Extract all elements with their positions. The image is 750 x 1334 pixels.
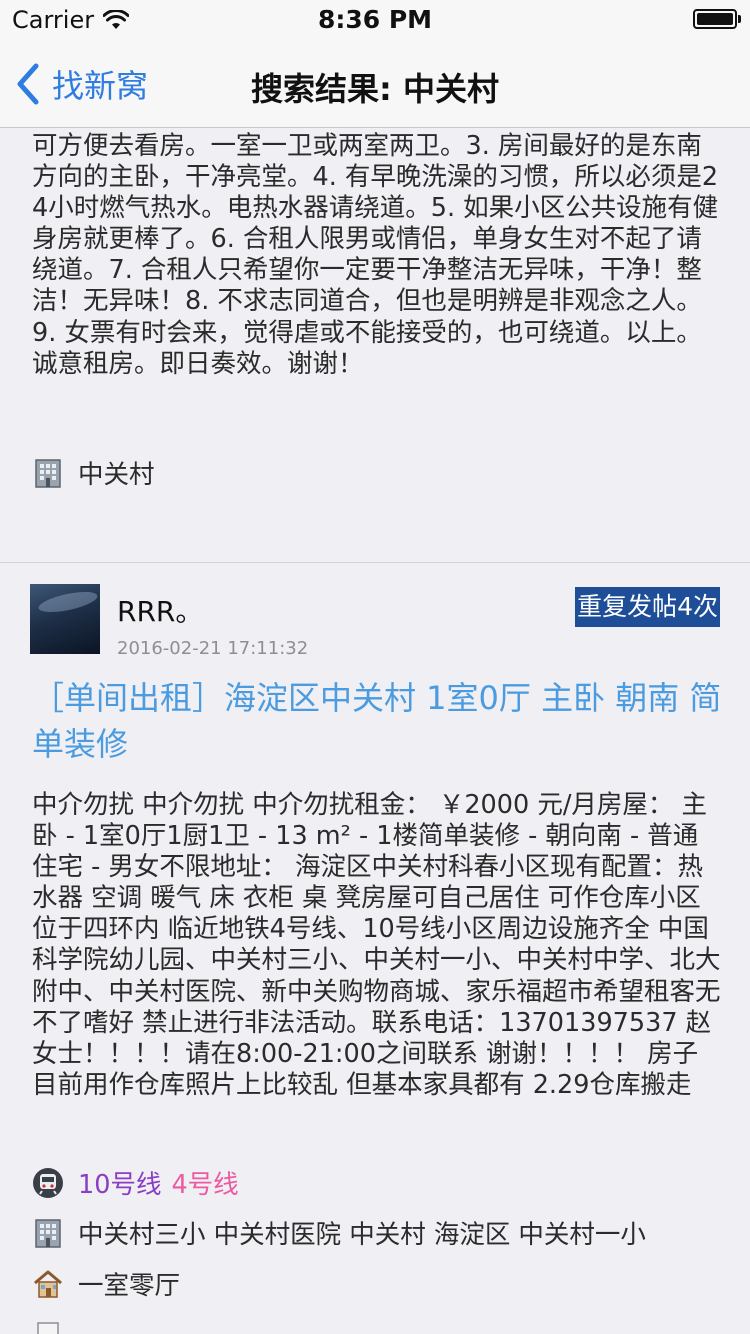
status-time: 8:36 PM bbox=[317, 5, 433, 34]
nearby-places: 中关村三小 中关村医院 中关村 海淀区 中关村一小 bbox=[78, 1220, 646, 1250]
battery-icon bbox=[693, 9, 737, 29]
page-title: 搜索结果: 中关村 bbox=[251, 70, 499, 108]
post-body: 中介勿扰 中介勿扰 中介勿扰租金： ￥2000 元/月房屋： 主卧 - 1室0厅… bbox=[32, 790, 721, 1100]
post-author[interactable]: RRR。 bbox=[117, 590, 203, 630]
navigation-bar: 找新窝 搜索结果: 中关村 bbox=[0, 40, 750, 128]
subway-icon bbox=[33, 1167, 63, 1198]
next-row-partial bbox=[32, 1320, 78, 1334]
battery-nub bbox=[738, 15, 741, 23]
post-card[interactable]: RRR。 2016-02-21 17:11:32 重复发帖4次 ［单间出租］海淀… bbox=[0, 128, 750, 1334]
layout-row: 一室零厅 bbox=[32, 1265, 180, 1302]
post-title[interactable]: ［单间出租］海淀区中关村 1室0厅 主卧 朝南 简单装修 bbox=[32, 675, 722, 767]
avatar[interactable] bbox=[30, 584, 100, 654]
room-layout: 一室零厅 bbox=[78, 1271, 181, 1301]
results-list[interactable]: 可方便去看房。一室一卫或两室两卫。3. 房间最好的是东南方向的主卧，干净亮堂。4… bbox=[0, 128, 750, 1334]
subway-line-4: 4号线 bbox=[171, 1170, 239, 1200]
subway-row: 10号线 4号线 bbox=[32, 1164, 239, 1201]
status-bar: Carrier 8:36 PM bbox=[0, 0, 750, 40]
repost-badge: 重复发帖4次 bbox=[575, 587, 720, 627]
nearby-row: 中关村三小 中关村医院 中关村 海淀区 中关村一小 bbox=[32, 1214, 646, 1251]
house-icon bbox=[34, 1270, 62, 1298]
document-icon bbox=[37, 1322, 59, 1334]
post-date: 2016-02-21 17:11:32 bbox=[117, 638, 309, 659]
subway-line-10: 10号线 bbox=[78, 1170, 162, 1200]
battery-level bbox=[697, 13, 733, 25]
building-icon bbox=[35, 1218, 61, 1248]
